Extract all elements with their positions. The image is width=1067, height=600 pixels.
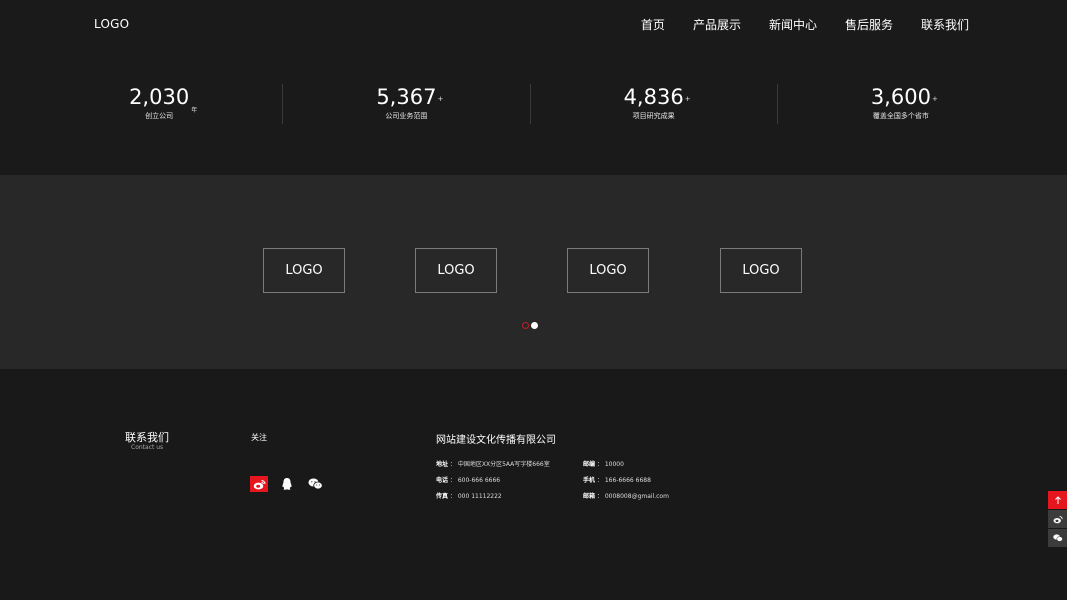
stat-sup: +: [684, 95, 691, 103]
stats-row: 2,030 年 创立公司 5,367 + 公司业务范围 4,836 + 项目研究成果 …: [36, 84, 1024, 124]
partner-logo[interactable]: LOGO: [263, 248, 345, 293]
pagination-dot-active[interactable]: [522, 322, 529, 329]
header-section: LOGO 首页 产品展示 新闻中心 售后服务 联系我们 2,030 年 创立公司 …: [0, 0, 1067, 175]
stat-item: 3,600 + 覆盖全国多个省市: [776, 84, 1024, 124]
pagination-dot[interactable]: [531, 322, 538, 329]
stat-label: 覆盖全国多个省市: [872, 112, 929, 120]
stat-number: 3,600 +: [871, 84, 938, 110]
fax-info: 传真 ： 000 11112222: [436, 493, 502, 500]
stat-label: 项目研究成果: [632, 112, 675, 120]
email-info: 邮箱 ： 0008008@gmail.com: [583, 493, 669, 500]
postcode-info: 邮编 ： 10000: [583, 461, 624, 468]
carousel-pagination: [522, 322, 538, 329]
arrow-up-icon[interactable]: [1048, 491, 1067, 509]
floating-sidebar: [1048, 491, 1067, 548]
stat-unit: 年: [191, 107, 198, 114]
stat-sup: +: [931, 95, 938, 103]
weibo-icon[interactable]: [1048, 510, 1067, 528]
qq-icon[interactable]: [278, 476, 296, 492]
stat-number: 2,030 年: [129, 84, 197, 114]
partner-logo[interactable]: LOGO: [415, 248, 497, 293]
address-info: 地址 ： 中国地区XX分区5AA写字楼666室: [436, 461, 550, 468]
company-name: 网站建设文化传播有限公司: [436, 435, 556, 446]
mobile-info: 手机 ： 166-6666 6688: [583, 477, 651, 484]
stat-number: 5,367 +: [376, 84, 443, 110]
contact-subtitle: Contact us: [131, 444, 164, 451]
partner-logo[interactable]: LOGO: [720, 248, 802, 293]
nav-item-contact[interactable]: 联系我们: [921, 16, 969, 33]
follow-label: 关注: [251, 433, 267, 442]
partners-section: LOGO LOGO LOGO LOGO: [0, 175, 1067, 369]
phone-info: 电话 ： 600-666 6666: [436, 477, 501, 484]
nav-item-home[interactable]: 首页: [641, 16, 665, 33]
nav-item-products[interactable]: 产品展示: [693, 16, 741, 33]
nav-item-service[interactable]: 售后服务: [845, 16, 893, 33]
footer-section: 联系我们 Contact us 关注 网站建设文化传播有限公司 地址 ： 中国地…: [0, 369, 1067, 600]
weibo-icon[interactable]: [250, 476, 268, 492]
main-nav: 首页 产品展示 新闻中心 售后服务 联系我们: [641, 16, 969, 33]
wechat-icon[interactable]: [306, 476, 324, 492]
stat-item: 2,030 年 创立公司: [36, 84, 282, 124]
contact-title: 联系我们: [125, 431, 169, 444]
wechat-icon[interactable]: [1048, 529, 1067, 547]
partner-logo[interactable]: LOGO: [567, 248, 649, 293]
stat-label: 创立公司: [145, 112, 174, 120]
stat-number: 4,836 +: [624, 84, 691, 110]
stat-label: 公司业务范围: [385, 112, 428, 120]
stat-item: 4,836 + 项目研究成果: [529, 84, 777, 124]
nav-item-news[interactable]: 新闻中心: [769, 16, 817, 33]
stat-sup: +: [437, 95, 444, 103]
site-logo[interactable]: LOGO: [94, 17, 129, 31]
stat-item: 5,367 + 公司业务范围: [282, 84, 529, 124]
